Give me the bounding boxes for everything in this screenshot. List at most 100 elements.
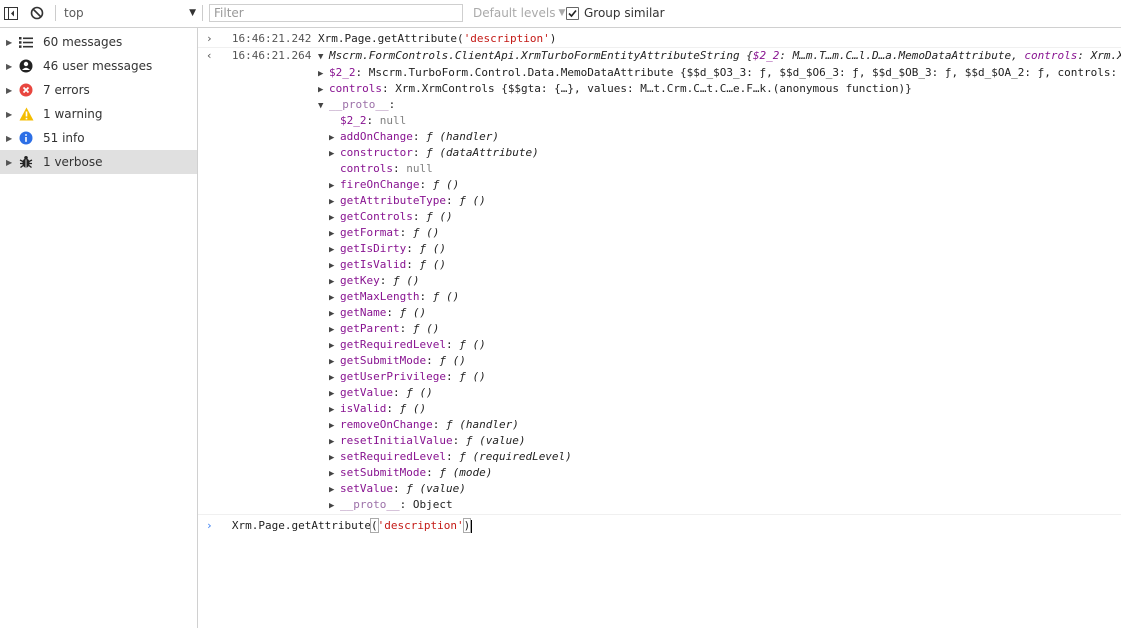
property-value: ƒ () (412, 226, 440, 239)
property-key: removeOnChange (340, 418, 433, 431)
sidebar-item-label: 60 messages (43, 35, 123, 49)
property-row[interactable]: ▶ controls: Xrm.XrmControls {$$gta: {…}, … (318, 81, 912, 97)
proto-property-row[interactable]: ▶ removeOnChange: ƒ (handler) (329, 417, 519, 433)
expand-arrow-icon[interactable]: ▶ (318, 66, 329, 82)
proto-property-row[interactable]: ▶ getMaxLength: ƒ () (329, 289, 459, 305)
clear-console-icon[interactable] (29, 5, 45, 21)
proto-property-row[interactable]: ▶ getSubmitMode: ƒ () (329, 353, 466, 369)
property-key: getValue (340, 386, 393, 399)
expand-arrow-icon[interactable]: ▶ (329, 306, 340, 322)
proto-property-row[interactable]: controls: null (340, 161, 433, 177)
proto-property-row[interactable]: ▶ getIsValid: ƒ () (329, 257, 446, 273)
collapse-arrow-icon[interactable]: ▼ (318, 49, 329, 65)
property-value: ƒ () (399, 402, 427, 415)
expand-arrow-icon[interactable]: ▶ (329, 450, 340, 466)
property-value: ƒ () (399, 306, 427, 319)
expand-arrow-icon[interactable]: ▶ (329, 418, 340, 434)
console-result[interactable]: ‹ 16:46:21.264 ▼ Mscrm.FormControls.Clien… (206, 48, 1121, 64)
proto-property-row[interactable]: ▶ getRequiredLevel: ƒ () (329, 337, 486, 353)
object-type: Mscrm.FormControls.ClientApi.XrmTurboFor… (328, 49, 753, 62)
expand-arrow-icon[interactable]: ▶ (329, 370, 340, 386)
expand-arrow-icon[interactable]: ▶ (329, 402, 340, 418)
console-command[interactable]: › 16:46:21.242 Xrm.Page.getAttribute('de… (206, 31, 556, 47)
timestamp: 16:46:21.264 (231, 49, 312, 62)
expand-arrow-icon[interactable]: ▶ (329, 146, 340, 162)
expand-arrow-icon[interactable]: ▶ (318, 82, 329, 98)
property-value: ƒ (dataAttribute) (426, 146, 539, 159)
expand-arrow-icon[interactable]: ▶ (329, 226, 340, 242)
expand-arrow-icon[interactable]: ▶ (329, 274, 340, 290)
context-selector[interactable]: top ▼ (64, 5, 196, 21)
proto-property-row[interactable]: ▶ getName: ƒ () (329, 305, 426, 321)
group-similar-toggle[interactable]: Group similar (566, 6, 665, 20)
expand-arrow-icon[interactable]: ▶ (329, 178, 340, 194)
proto-property-row[interactable]: ▶ setRequiredLevel: ƒ (requiredLevel) (329, 449, 572, 465)
sidebar-item-label: 7 errors (43, 83, 90, 97)
expand-arrow-icon[interactable]: ▶ (6, 86, 12, 95)
proto-property-row[interactable]: ▶ getIsDirty: ƒ () (329, 241, 446, 257)
expand-arrow-icon[interactable]: ▶ (329, 482, 340, 498)
sidebar-item-messages[interactable]: ▶ 60 messages (0, 30, 197, 54)
command-text: ) (549, 32, 557, 45)
sidebar-item-user-messages[interactable]: ▶ 46 user messages (0, 54, 197, 78)
expand-arrow-icon[interactable]: ▶ (329, 434, 340, 450)
property-value: Object (412, 498, 453, 511)
proto-property-row[interactable]: ▶ getParent: ƒ () (329, 321, 439, 337)
sidebar-item-verbose[interactable]: ▶ 1 verbose (0, 150, 197, 174)
proto-property-row[interactable]: ▶ getControls: ƒ () (329, 209, 453, 225)
expand-arrow-icon[interactable]: ▶ (329, 322, 340, 338)
property-value: ƒ (requiredLevel) (459, 450, 572, 463)
expand-arrow-icon[interactable]: ▶ (6, 38, 12, 47)
proto-property-row[interactable]: $2_2: null (340, 113, 406, 129)
checkbox-checked-icon[interactable] (566, 6, 579, 20)
toolbar-divider (55, 5, 56, 21)
expand-arrow-icon[interactable]: ▶ (329, 498, 340, 514)
property-key: isValid (340, 402, 387, 415)
proto-property-row[interactable]: ▶ fireOnChange: ƒ () (329, 177, 459, 193)
proto-property-row[interactable]: ▶ constructor: ƒ (dataAttribute) (329, 145, 539, 161)
property-value: ƒ () (432, 178, 460, 191)
proto-property-row[interactable]: ▶ __proto__: Object (329, 497, 453, 513)
expand-arrow-icon[interactable]: ▶ (329, 338, 340, 354)
proto-property-row[interactable]: ▶ getKey: ƒ () (329, 273, 420, 289)
proto-property-row[interactable]: ▶ resetInitialValue: ƒ (value) (329, 433, 525, 449)
proto-property-row[interactable]: ▶ isValid: ƒ () (329, 401, 426, 417)
console-input[interactable]: › Xrm.Page.getAttribute('description') (206, 518, 473, 534)
proto-property-row[interactable]: ▶ getUserPrivilege: ƒ () (329, 369, 486, 385)
property-key: controls (329, 82, 382, 95)
expand-arrow-icon[interactable]: ▶ (329, 354, 340, 370)
expand-arrow-icon[interactable]: ▶ (6, 134, 12, 143)
expand-arrow-icon[interactable]: ▶ (6, 62, 12, 71)
property-value: ƒ () (432, 290, 460, 303)
expand-arrow-icon[interactable]: ▶ (329, 466, 340, 482)
expand-arrow-icon[interactable]: ▶ (329, 258, 340, 274)
sidebar-item-warnings[interactable]: ▶ 1 warning (0, 102, 197, 126)
expand-arrow-icon[interactable]: ▶ (6, 158, 12, 167)
proto-property-row[interactable]: ▶ setValue: ƒ (value) (329, 481, 466, 497)
property-row[interactable]: ▶ $2_2: Mscrm.TurboForm.Control.Data.Memo… (318, 65, 1121, 81)
log-levels-dropdown[interactable]: Default levels ▼ (473, 6, 565, 20)
property-value: ƒ () (459, 194, 486, 207)
proto-property-row[interactable]: ▶ getFormat: ƒ () (329, 225, 439, 241)
expand-arrow-icon[interactable]: ▶ (329, 386, 340, 402)
sidebar-item-label: 1 warning (43, 107, 103, 121)
expand-arrow-icon[interactable]: ▶ (329, 210, 340, 226)
sidebar-toggle-icon[interactable] (3, 5, 19, 21)
property-row[interactable]: ▼ __proto__: (318, 97, 395, 113)
sidebar-item-errors[interactable]: ▶ 7 errors (0, 78, 197, 102)
property-value: : Xrm.XrmControls {$$gta: {…}, values: M… (381, 82, 912, 95)
expand-arrow-icon[interactable]: ▶ (329, 194, 340, 210)
sidebar-item-info[interactable]: ▶ 51 info (0, 126, 197, 150)
proto-property-row[interactable]: ▶ addOnChange: ƒ (handler) (329, 129, 499, 145)
property-value: ƒ (mode) (439, 466, 493, 479)
expand-arrow-icon[interactable]: ▶ (329, 290, 340, 306)
expand-arrow-icon[interactable]: ▶ (329, 242, 340, 258)
proto-property-row[interactable]: ▶ getValue: ƒ () (329, 385, 433, 401)
collapse-arrow-icon[interactable]: ▼ (318, 98, 329, 114)
expand-arrow-icon[interactable]: ▶ (329, 130, 340, 146)
expand-arrow-icon[interactable]: ▶ (6, 110, 12, 119)
preview-key: controls (1024, 49, 1078, 62)
filter-input[interactable] (209, 4, 463, 22)
proto-property-row[interactable]: ▶ setSubmitMode: ƒ (mode) (329, 465, 492, 481)
proto-property-row[interactable]: ▶ getAttributeType: ƒ () (329, 193, 486, 209)
